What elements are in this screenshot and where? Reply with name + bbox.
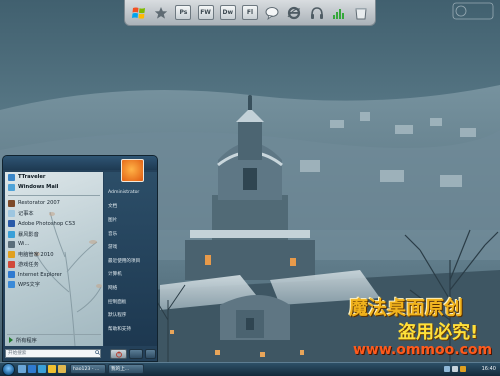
- places-list: Administrator 文档 图片 音乐 游戏 最近使用的项目 计算机 网络…: [104, 186, 157, 336]
- list-item[interactable]: 游戏任务: [5, 260, 103, 270]
- watermark-url: www.ommoo.com: [353, 342, 493, 358]
- power-row: [110, 349, 156, 359]
- right-item-user[interactable]: Administrator: [104, 186, 157, 200]
- program-list: TTraveler Windows Mail Restorator 2007 记…: [5, 172, 103, 290]
- list-item[interactable]: TTraveler: [5, 172, 103, 182]
- right-item-network[interactable]: 网络: [104, 281, 157, 295]
- recycle-bin-icon[interactable]: [353, 5, 369, 21]
- dreamweaver-icon[interactable]: Dw: [219, 5, 236, 21]
- show-desktop-icon[interactable]: [18, 365, 26, 373]
- flash-icon[interactable]: Fl: [241, 5, 258, 21]
- right-item-help[interactable]: 帮助和支持: [104, 322, 157, 336]
- taskbar: hao123 - ... 我的上... 16:40: [0, 362, 500, 376]
- right-item-control-panel[interactable]: 控制面板: [104, 295, 157, 309]
- list-item[interactable]: WPS文字: [5, 280, 103, 290]
- game-icon: [8, 261, 15, 269]
- ie-icon[interactable]: [286, 5, 302, 21]
- photoshop-icon: [8, 220, 15, 228]
- ie-icon: [8, 271, 15, 279]
- list-item[interactable]: Restorator 2007: [5, 198, 103, 208]
- divider: [8, 193, 100, 197]
- top-watermark-logo: [452, 2, 494, 20]
- power-button[interactable]: [110, 349, 128, 359]
- app-icon: [8, 240, 15, 248]
- all-programs-button[interactable]: 所有程序: [7, 334, 101, 345]
- app-icon: [8, 199, 15, 207]
- player-icon: [8, 230, 15, 238]
- network-icon[interactable]: [444, 366, 450, 372]
- media-player-icon[interactable]: [38, 365, 46, 373]
- ie-icon[interactable]: [28, 365, 36, 373]
- start-button[interactable]: [2, 363, 15, 376]
- clock[interactable]: 16:40: [482, 366, 496, 372]
- star-icon[interactable]: [153, 5, 169, 21]
- wps-icon: [8, 281, 15, 289]
- user-picture[interactable]: [121, 159, 144, 182]
- system-tray: 16:40: [442, 363, 500, 376]
- right-item-documents[interactable]: 文档: [104, 200, 157, 214]
- right-item-default-programs[interactable]: 默认程序: [104, 308, 157, 322]
- folder-icon[interactable]: [58, 365, 66, 373]
- headphones-icon[interactable]: [309, 5, 325, 21]
- qq-icon[interactable]: [48, 365, 56, 373]
- fireworks-icon[interactable]: FW: [197, 5, 214, 21]
- shield-icon: [8, 250, 15, 258]
- taskbar-item[interactable]: 我的上...: [108, 364, 144, 374]
- list-item[interactable]: Internet Explorer: [5, 270, 103, 280]
- start-menu: TTraveler Windows Mail Restorator 2007 记…: [2, 155, 158, 362]
- top-dock: Ps FW Dw Fl: [124, 0, 376, 26]
- right-item-computer[interactable]: 计算机: [104, 268, 157, 282]
- taskbar-item[interactable]: hao123 - ...: [70, 364, 106, 374]
- shield-icon[interactable]: [460, 366, 466, 372]
- power-options-arrow[interactable]: [144, 349, 156, 359]
- equalizer-icon[interactable]: [331, 5, 347, 21]
- right-item-music[interactable]: 音乐: [104, 227, 157, 241]
- list-item[interactable]: Windows Mail: [5, 182, 103, 192]
- list-item[interactable]: 电脑管家 2010: [5, 249, 103, 259]
- search-icon[interactable]: [95, 350, 100, 355]
- right-item-pictures[interactable]: 图片: [104, 213, 157, 227]
- list-item[interactable]: 记事本: [5, 209, 103, 219]
- watermark-line-2: 盗用必究!: [398, 322, 479, 343]
- chat-icon[interactable]: [264, 5, 280, 21]
- mail-icon: [8, 183, 15, 191]
- list-item[interactable]: 暴风影音: [5, 229, 103, 239]
- list-item[interactable]: Adobe Photoshop CS3: [5, 219, 103, 229]
- notepad-icon: [8, 210, 15, 218]
- search-input[interactable]: 开始搜索: [5, 349, 101, 358]
- search-row: 开始搜索: [5, 348, 103, 359]
- right-item-recent[interactable]: 最近使用的项目: [104, 254, 157, 268]
- arrow-right-icon: [9, 337, 13, 343]
- right-item-games[interactable]: 游戏: [104, 240, 157, 254]
- app-icon: [8, 173, 15, 181]
- programs-panel: TTraveler Windows Mail Restorator 2007 记…: [5, 172, 103, 346]
- lock-button[interactable]: [129, 349, 143, 359]
- list-item[interactable]: Wi...: [5, 239, 103, 249]
- photoshop-icon[interactable]: Ps: [175, 5, 192, 21]
- windows-flag-icon[interactable]: [131, 5, 147, 21]
- volume-icon[interactable]: [452, 366, 458, 372]
- places-panel: Administrator 文档 图片 音乐 游戏 最近使用的项目 计算机 网络…: [104, 159, 157, 346]
- watermark-line-1: 魔法桌面原创: [349, 297, 464, 319]
